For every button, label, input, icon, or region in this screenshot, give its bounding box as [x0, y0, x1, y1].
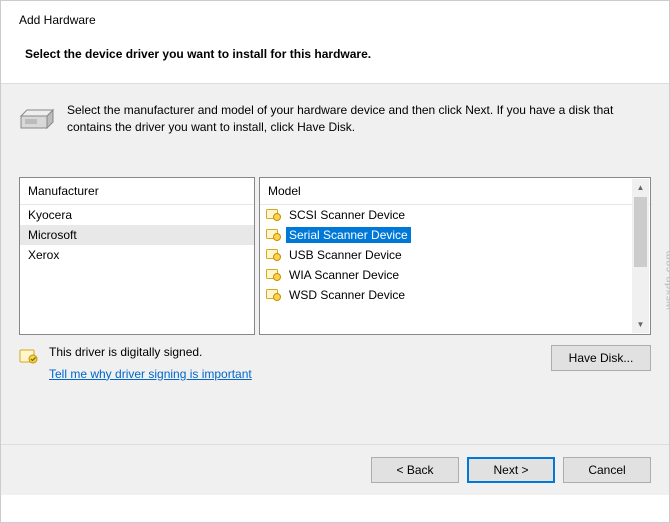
instruction-text: Select the manufacturer and model of you… [67, 102, 651, 137]
model-item-label: WSD Scanner Device [286, 287, 408, 303]
cancel-button[interactable]: Cancel [563, 457, 651, 483]
watermark: wsxdn.com [664, 250, 670, 310]
wizard-title: Add Hardware [19, 13, 651, 27]
certified-icon [266, 228, 282, 242]
model-item[interactable]: USB Scanner Device [260, 245, 633, 265]
scrollbar[interactable]: ▲ ▼ [632, 179, 649, 333]
signed-badge-icon [19, 347, 39, 365]
certified-icon [266, 288, 282, 302]
model-header: Model [260, 178, 650, 205]
device-icon [19, 104, 55, 132]
scroll-down-icon[interactable]: ▼ [632, 316, 649, 333]
scroll-thumb[interactable] [634, 197, 647, 267]
manufacturer-list[interactable]: Manufacturer KyoceraMicrosoftXerox [19, 177, 255, 335]
next-button[interactable]: Next > [467, 457, 555, 483]
button-bar: < Back Next > Cancel [1, 445, 669, 495]
model-item-label: USB Scanner Device [286, 247, 405, 263]
model-item[interactable]: Serial Scanner Device [260, 225, 633, 245]
model-item-label: WIA Scanner Device [286, 267, 402, 283]
model-item[interactable]: SCSI Scanner Device [260, 205, 633, 225]
signing-link[interactable]: Tell me why driver signing is important [49, 367, 541, 381]
certified-icon [266, 208, 282, 222]
model-item-label: Serial Scanner Device [286, 227, 411, 243]
manufacturer-item[interactable]: Kyocera [20, 205, 254, 225]
manufacturer-item[interactable]: Xerox [20, 245, 254, 265]
manufacturer-item[interactable]: Microsoft [20, 225, 254, 245]
model-item-label: SCSI Scanner Device [286, 207, 408, 223]
certified-icon [266, 268, 282, 282]
model-item[interactable]: WSD Scanner Device [260, 285, 633, 305]
model-item[interactable]: WIA Scanner Device [260, 265, 633, 285]
have-disk-button[interactable]: Have Disk... [551, 345, 651, 371]
wizard-heading: Select the device driver you want to ins… [25, 47, 651, 61]
certified-icon [266, 248, 282, 262]
back-button[interactable]: < Back [371, 457, 459, 483]
manufacturer-header: Manufacturer [20, 178, 254, 205]
model-list[interactable]: Model SCSI Scanner Device Serial Scanner … [259, 177, 651, 335]
signing-status: This driver is digitally signed. [49, 345, 541, 359]
scroll-up-icon[interactable]: ▲ [632, 179, 649, 196]
